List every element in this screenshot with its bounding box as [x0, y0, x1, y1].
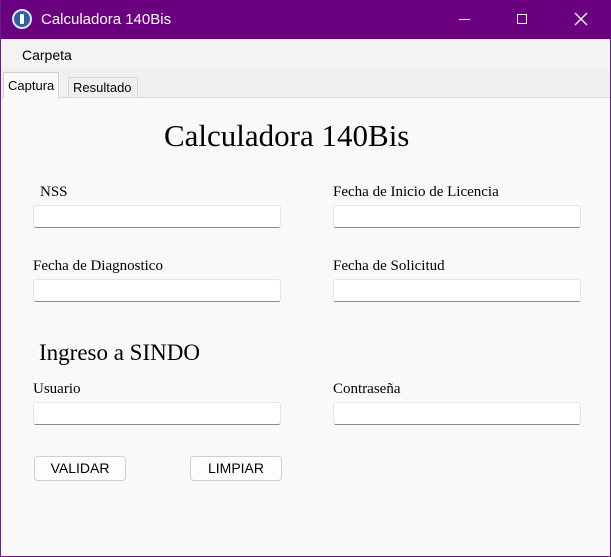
menu-item-carpeta[interactable]: Carpeta	[22, 47, 72, 63]
contrasena-field[interactable]	[333, 402, 581, 425]
maximize-icon	[517, 14, 527, 24]
sindo-heading: Ingreso a SINDO	[39, 340, 200, 365]
maximize-button[interactable]	[500, 0, 546, 39]
fecha-diagnostico-label: Fecha de Diagnostico	[33, 258, 163, 274]
usuario-field[interactable]	[33, 402, 281, 425]
tab-resultado[interactable]: Resultado	[68, 77, 138, 98]
fecha-solicitud-field[interactable]	[333, 279, 581, 302]
fecha-inicio-licencia-label: Fecha de Inicio de Licencia	[333, 184, 499, 200]
minimize-button[interactable]	[442, 0, 488, 39]
window-title: Calculadora 140Bis	[41, 11, 172, 28]
app-window: Calculadora 140Bis Carpeta Captura Resul…	[0, 0, 611, 557]
title-bar[interactable]: Calculadora 140Bis	[1, 0, 611, 39]
captura-panel: Calculadora 140Bis NSS Fecha de Inicio d…	[1, 97, 610, 556]
tab-strip: Captura Resultado	[1, 69, 610, 99]
fecha-solicitud-label: Fecha de Solicitud	[333, 258, 445, 274]
contrasena-label: Contraseña	[333, 381, 401, 397]
limpiar-button[interactable]: LIMPIAR	[190, 456, 282, 481]
app-icon	[12, 9, 32, 29]
fecha-diagnostico-field[interactable]	[33, 279, 281, 302]
fecha-inicio-licencia-field[interactable]	[333, 205, 581, 228]
close-icon	[574, 12, 588, 26]
usuario-label: Usuario	[33, 381, 81, 397]
tab-captura[interactable]: Captura	[3, 72, 60, 99]
form-heading: Calculadora 140Bis	[164, 118, 410, 153]
nss-label: NSS	[40, 184, 68, 200]
minimize-icon	[459, 19, 470, 20]
nss-field[interactable]	[33, 205, 281, 228]
menu-bar: Carpeta	[1, 39, 610, 69]
validar-button[interactable]: VALIDAR	[34, 456, 126, 481]
close-button[interactable]	[558, 0, 604, 39]
